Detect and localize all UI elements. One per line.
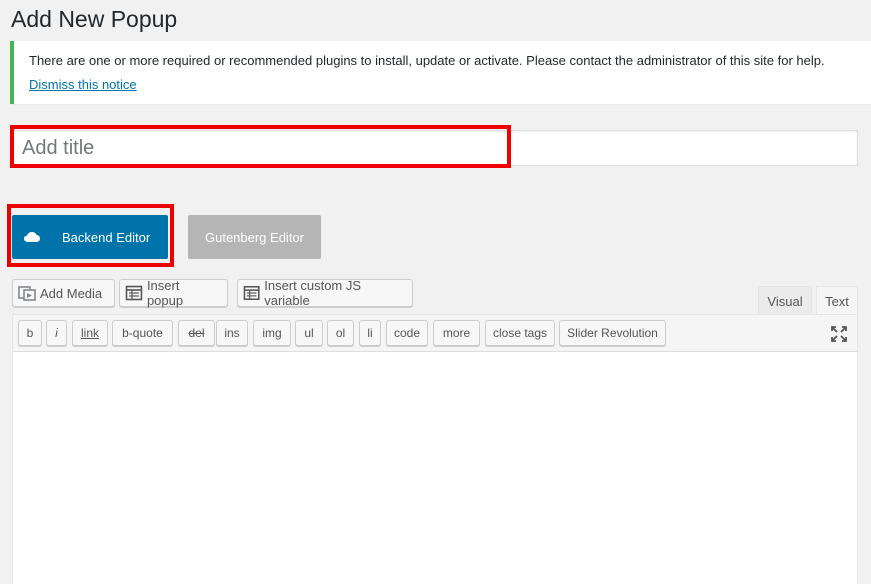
add-media-label: Add Media: [40, 285, 103, 301]
insert-js-variable-label: Insert custom JS variable: [264, 278, 362, 308]
add-media-button[interactable]: Add Media: [12, 279, 115, 307]
insert-popup-button[interactable]: Insert popup: [119, 278, 228, 308]
qt-code-button[interactable]: code: [386, 320, 428, 346]
qt-ol-button[interactable]: ol: [327, 320, 354, 346]
page-title: Add New Popup: [11, 6, 178, 32]
notice-text: There are one or more required or recomm…: [29, 53, 825, 68]
qt-ins-button[interactable]: ins: [216, 320, 248, 346]
qt-bold-button[interactable]: b: [18, 320, 42, 346]
cloud-icon: [24, 232, 40, 242]
quicktags-toolbar: b i link b-quote del ins img ul ol li co…: [13, 315, 857, 352]
qt-del-button[interactable]: del: [178, 320, 215, 346]
table-icon: [125, 285, 143, 301]
qt-li-button[interactable]: li: [359, 320, 381, 346]
insert-js-variable-button[interactable]: Insert custom JS variable: [237, 278, 413, 308]
backend-editor-label: Backend Editor: [62, 229, 151, 245]
qt-more-button[interactable]: more: [433, 320, 480, 346]
qt-bquote-button[interactable]: b-quote: [112, 320, 173, 346]
gutenberg-editor-button[interactable]: Gutenberg Editor: [188, 215, 321, 259]
media-icon: [18, 286, 36, 301]
qt-italic-button[interactable]: i: [46, 320, 67, 346]
qt-ul-button[interactable]: ul: [295, 320, 323, 346]
editor-area[interactable]: b i link b-quote del ins img ul ol li co…: [12, 314, 858, 584]
insert-popup-label: Insert popup: [146, 278, 184, 308]
tab-text[interactable]: Text: [816, 286, 858, 315]
qt-close-tags-button[interactable]: close tags: [485, 320, 555, 346]
title-field-wrap: [12, 130, 858, 166]
table-icon: [243, 286, 260, 300]
dismiss-notice-link[interactable]: Dismiss this notice: [29, 77, 137, 92]
gutenberg-editor-label: Gutenberg Editor: [204, 229, 304, 245]
qt-img-button[interactable]: img: [253, 320, 291, 346]
fullscreen-icon[interactable]: [830, 325, 848, 343]
qt-link-button[interactable]: link: [72, 320, 108, 346]
tab-visual[interactable]: Visual: [758, 286, 812, 315]
backend-editor-button[interactable]: Backend Editor: [12, 215, 168, 259]
title-input[interactable]: [13, 131, 857, 165]
plugin-notice: There are one or more required or recomm…: [10, 41, 871, 104]
qt-slider-revolution-button[interactable]: Slider Revolution: [559, 320, 666, 346]
